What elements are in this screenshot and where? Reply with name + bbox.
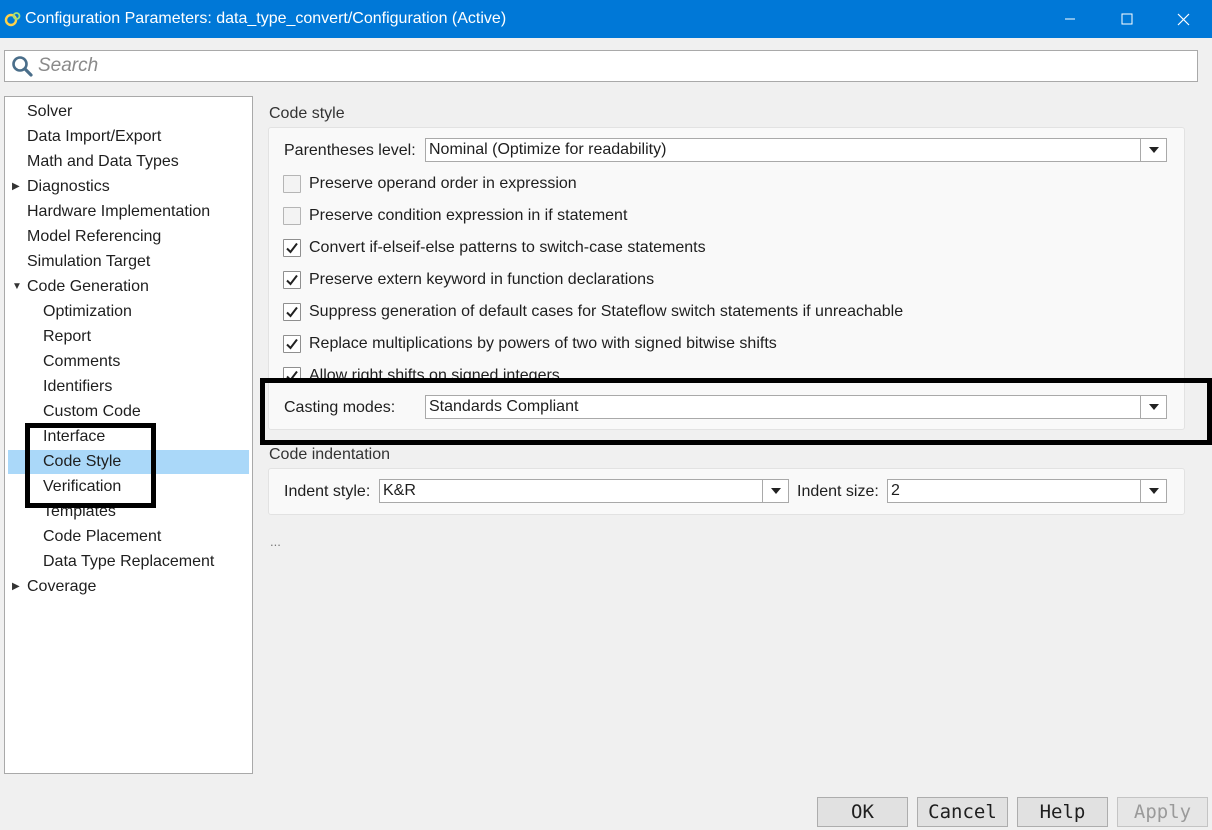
tree-item-optimization[interactable]: Optimization — [5, 300, 252, 324]
tree-item-verification[interactable]: Verification — [5, 475, 252, 499]
maximize-button[interactable] — [1098, 0, 1155, 38]
checkmark-icon — [286, 306, 298, 318]
parentheses-level-label: Parentheses level: — [284, 142, 416, 159]
casting-modes-select[interactable]: Standards Compliant — [425, 395, 1167, 419]
tree-item-interface[interactable]: Interface — [5, 425, 252, 449]
collapse-arrow-icon[interactable]: ▼ — [12, 275, 22, 299]
checkbox-convert-if-elseif[interactable] — [283, 239, 301, 257]
tree-item-simulation-target[interactable]: Simulation Target — [5, 250, 252, 274]
checkbox-row[interactable]: Preserve condition expression in if stat… — [283, 203, 627, 229]
window-title: Configuration Parameters: data_type_conv… — [25, 10, 507, 27]
checkbox-preserve-extern[interactable] — [283, 271, 301, 289]
checkbox-row[interactable]: Allow right shifts on signed integers — [283, 364, 560, 382]
expand-arrow-icon[interactable]: ▶ — [12, 175, 22, 199]
indent-size-label: Indent size: — [797, 483, 879, 500]
clipped-checkbox-row: Allow right shifts on signed integers — [281, 364, 981, 382]
indent-style-select[interactable]: K&R — [379, 479, 789, 503]
code-style-title: Code style — [269, 105, 345, 122]
indent-style-row: Indent style: — [284, 479, 370, 505]
checkbox-allow-right-shifts[interactable] — [283, 367, 301, 382]
indent-size-row: Indent size: — [797, 479, 879, 505]
minimize-button[interactable] — [1041, 0, 1098, 38]
casting-modes-row: Casting modes: — [284, 395, 395, 421]
cancel-button[interactable]: Cancel — [917, 797, 1008, 827]
more-ellipsis: ... — [270, 534, 281, 549]
search-bar — [4, 50, 1198, 82]
indent-style-label: Indent style: — [284, 483, 371, 500]
help-button[interactable]: Help — [1017, 797, 1108, 827]
dropdown-arrow-icon — [1140, 139, 1166, 161]
checkbox-preserve-condition-expression[interactable] — [283, 207, 301, 225]
checkbox-suppress-default-cases[interactable] — [283, 303, 301, 321]
ok-button[interactable]: OK — [817, 797, 908, 827]
tree-item-model-referencing[interactable]: Model Referencing — [5, 225, 252, 249]
checkbox-preserve-operand-order[interactable] — [283, 175, 301, 193]
maximize-icon — [1121, 13, 1132, 25]
casting-modes-label: Casting modes: — [284, 399, 396, 416]
tree-item-custom-code[interactable]: Custom Code — [5, 400, 252, 424]
search-input[interactable] — [38, 55, 938, 77]
checkbox-replace-multiplications[interactable] — [283, 335, 301, 353]
close-icon — [1177, 13, 1190, 25]
tree-item-data-type-replacement[interactable]: Data Type Replacement — [5, 550, 252, 574]
tree-item-coverage[interactable]: ▶ Coverage — [5, 575, 252, 599]
code-indentation-title: Code indentation — [269, 446, 390, 463]
search-icon — [12, 56, 33, 77]
checkbox-row[interactable]: Preserve operand order in expression — [283, 171, 577, 197]
dropdown-arrow-icon — [1140, 396, 1166, 418]
tree-item-comments[interactable]: Comments — [5, 350, 252, 374]
tree-item-diagnostics[interactable]: ▶ Diagnostics — [5, 175, 252, 199]
tree-item-report[interactable]: Report — [5, 325, 252, 349]
tree-item-solver[interactable]: Solver — [5, 100, 252, 124]
checkbox-row[interactable]: Replace multiplications by powers of two… — [283, 331, 777, 357]
checkmark-icon — [286, 242, 298, 254]
indent-size-select[interactable]: 2 — [887, 479, 1167, 503]
apply-button[interactable]: Apply — [1117, 797, 1208, 827]
tree-item-data-import-export[interactable]: Data Import/Export — [5, 125, 252, 149]
tree-item-hardware-implementation[interactable]: Hardware Implementation — [5, 200, 252, 224]
close-button[interactable] — [1155, 0, 1212, 38]
dropdown-arrow-icon — [762, 480, 788, 502]
tree-item-templates[interactable]: Templates — [5, 500, 252, 524]
checkmark-icon — [286, 370, 298, 382]
expand-arrow-icon[interactable]: ▶ — [12, 575, 22, 599]
category-tree: Solver Data Import/Export Math and Data … — [4, 96, 253, 774]
title-bar: Configuration Parameters: data_type_conv… — [0, 0, 1212, 38]
simulink-gear-icon — [4, 11, 21, 28]
tree-item-code-style[interactable]: Code Style — [8, 450, 249, 474]
checkbox-row[interactable]: Suppress generation of default cases for… — [283, 299, 903, 325]
tree-item-code-generation[interactable]: ▼ Code Generation — [5, 275, 252, 299]
tree-item-code-placement[interactable]: Code Placement — [5, 525, 252, 549]
parentheses-level-select[interactable]: Nominal (Optimize for readability) — [425, 138, 1167, 162]
tree-item-identifiers[interactable]: Identifiers — [5, 375, 252, 399]
checkmark-icon — [286, 274, 298, 286]
checkmark-icon — [286, 338, 298, 350]
dropdown-arrow-icon — [1140, 480, 1166, 502]
checkbox-row[interactable]: Convert if-elseif-else patterns to switc… — [283, 235, 706, 261]
minimize-icon — [1064, 18, 1075, 20]
checkbox-row[interactable]: Preserve extern keyword in function decl… — [283, 267, 654, 293]
tree-item-math-and-data-types[interactable]: Math and Data Types — [5, 150, 252, 174]
parentheses-row: Parentheses level: — [284, 138, 416, 164]
